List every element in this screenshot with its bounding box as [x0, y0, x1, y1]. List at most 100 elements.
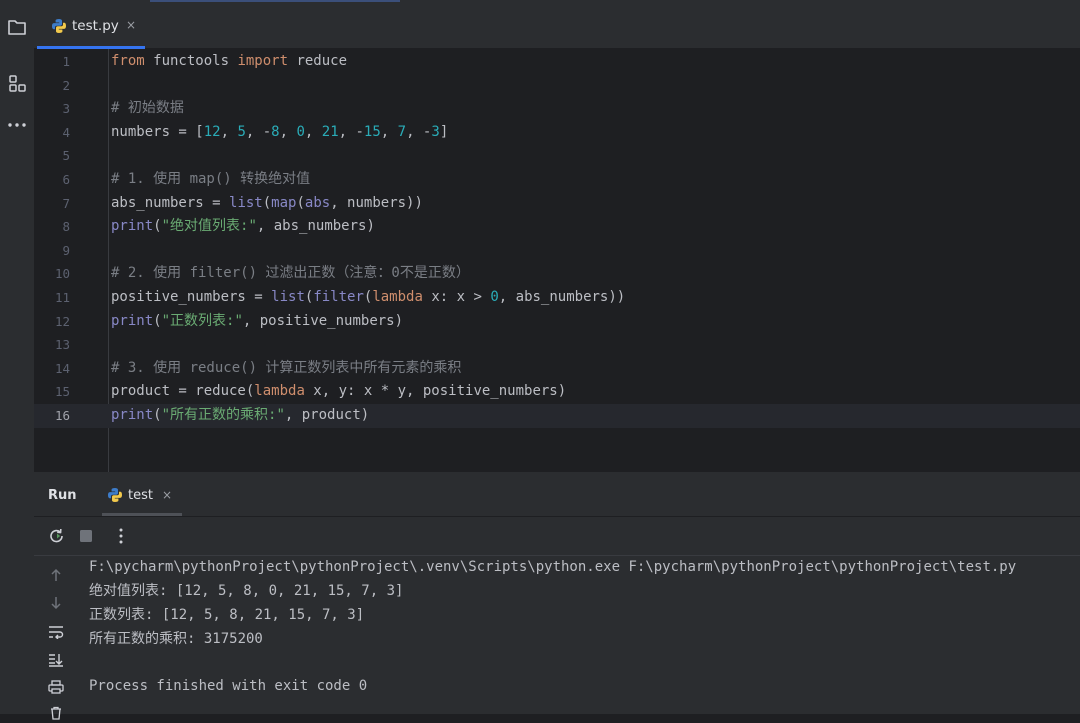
line-number: 9: [62, 242, 70, 258]
code-comment: # 2. 使用 filter() 过滤出正数（注意：0不是正数）: [111, 265, 470, 282]
code-line-11: 11 positive_numbers = list(filter(lambda…: [34, 286, 1080, 310]
code-line-6: 6 # 1. 使用 map() 转换绝对值: [34, 168, 1080, 192]
close-icon[interactable]: ×: [162, 488, 172, 502]
code-token: numbers = [: [111, 123, 204, 140]
code-comment: # 3. 使用 reduce() 计算正数列表中所有元素的乘积: [111, 359, 462, 376]
close-icon[interactable]: ×: [126, 18, 136, 32]
tab-test-py[interactable]: test.py ×: [37, 3, 145, 49]
number-literal: 7: [397, 123, 407, 140]
code-line-7: 7 abs_numbers = list(map(abs, numbers)): [34, 192, 1080, 216]
code-line-16-current: 16 print("所有正数的乘积:", product): [34, 404, 1080, 428]
number-literal: 21: [321, 123, 339, 140]
code-token: , -: [406, 123, 432, 140]
down-arrow-icon[interactable]: [45, 593, 67, 613]
line-number: 13: [54, 337, 70, 353]
number-literal: 15: [363, 123, 381, 140]
code-line-15: 15 product = reduce(lambda x, y: x * y, …: [34, 380, 1080, 404]
up-arrow-icon[interactable]: [45, 565, 67, 585]
console-line: 正数列表: [12, 5, 8, 21, 15, 7, 3]: [89, 607, 365, 623]
code-line-12: 12 print("正数列表:", positive_numbers): [34, 310, 1080, 334]
code-line-10: 10 # 2. 使用 filter() 过滤出正数（注意：0不是正数）: [34, 262, 1080, 286]
console-line: F:\pycharm\pythonProject\pythonProject\.…: [89, 559, 1017, 575]
code-token: , -: [245, 123, 272, 140]
structure-icon[interactable]: [3, 70, 31, 96]
line-number: 16: [54, 408, 70, 423]
more-tools-icon[interactable]: [3, 112, 31, 138]
builtin-name: print: [111, 407, 154, 423]
string-literal: "正数列表:": [161, 312, 243, 329]
code-comment: # 初始数据: [111, 100, 184, 117]
number-literal: 5: [237, 123, 246, 140]
keyword: from: [111, 53, 145, 69]
rerun-icon[interactable]: [46, 525, 68, 547]
number-literal: 3: [431, 123, 440, 140]
code-text: print("所有正数的乘积:", product): [111, 404, 369, 428]
stop-icon[interactable]: [75, 525, 97, 547]
code-line-3: 3 # 初始数据: [34, 97, 1080, 121]
code-token: (: [262, 194, 272, 211]
code-token: abs_numbers =: [111, 194, 230, 211]
more-icon[interactable]: [110, 525, 132, 547]
code-comment: # 1. 使用 map() 转换绝对值: [111, 171, 311, 187]
console-output[interactable]: F:\pycharm\pythonProject\pythonProject\.…: [34, 556, 1080, 720]
module-name: functools: [144, 53, 238, 69]
code-editor[interactable]: 1 from functools import reduce 2 3 # 初始数…: [34, 49, 1080, 472]
builtin-name: list: [271, 289, 305, 305]
code-token: , abs_numbers): [256, 218, 375, 235]
code-line-8: 8 print("绝对值列表:", abs_numbers): [34, 215, 1080, 239]
code-text: print("绝对值列表:", abs_numbers): [111, 215, 375, 239]
builtin-name: abs: [304, 194, 331, 211]
code-text: positive_numbers = list(filter(lambda x:…: [111, 286, 625, 310]
builtin-name: map: [271, 194, 297, 211]
editor-tab-bar: test.py ×: [34, 3, 1080, 49]
code-line-14: 14 # 3. 使用 reduce() 计算正数列表中所有元素的乘积: [34, 357, 1080, 381]
line-number: 1: [62, 54, 70, 69]
code-token: (: [296, 194, 305, 211]
code-token: , -: [338, 123, 364, 140]
print-icon[interactable]: [45, 677, 67, 697]
number-literal: 0: [490, 289, 499, 305]
code-token: x: x >: [422, 289, 491, 305]
active-tab-indicator: [102, 513, 182, 516]
project-folder-icon[interactable]: [3, 14, 31, 40]
code-token: , abs_numbers)): [498, 289, 626, 305]
code-token: , product): [284, 407, 370, 423]
code-line-5: 5: [34, 144, 1080, 168]
code-token: ,: [220, 123, 238, 140]
line-number: 10: [54, 266, 70, 282]
code-line-13: 13: [34, 333, 1080, 357]
builtin-name: print: [111, 218, 154, 235]
delete-icon[interactable]: [45, 703, 67, 723]
code-token: , numbers)): [330, 194, 423, 211]
line-number: 6: [62, 172, 70, 187]
builtin-name: filter: [313, 289, 364, 305]
code-token: positive_numbers =: [111, 289, 272, 305]
console-side-toolbar: [34, 556, 78, 720]
string-literal: "所有正数的乘积:": [161, 407, 285, 423]
line-number: 3: [62, 101, 70, 117]
code-token: ,: [380, 123, 398, 140]
soft-wrap-icon[interactable]: [45, 622, 67, 642]
code-text: product = reduce(lambda x, y: x * y, pos…: [111, 380, 566, 404]
code-token: ]: [439, 123, 449, 140]
code-text: from functools import reduce: [111, 50, 347, 74]
code-token: ,: [279, 123, 297, 140]
python-file-icon: [51, 18, 67, 38]
builtin-name: print: [111, 312, 154, 329]
run-panel-title: Run: [48, 488, 77, 503]
line-number: 8: [62, 219, 70, 235]
number-literal: 8: [271, 123, 280, 140]
code-token: (: [153, 312, 162, 329]
code-token: (: [153, 407, 162, 423]
code-line-1: 1 from functools import reduce: [34, 50, 1080, 74]
run-tab-test[interactable]: test ×: [102, 472, 182, 516]
code-line-4: 4 numbers = [12, 5, -8, 0, 21, -15, 7, -…: [34, 121, 1080, 145]
code-token: (: [153, 218, 162, 235]
console-line: 所有正数的乘积: 3175200: [89, 631, 263, 647]
code-token: x, y: x * y, positive_numbers): [304, 383, 567, 400]
left-toolbar: [0, 0, 35, 714]
scroll-to-end-icon[interactable]: [45, 650, 67, 670]
run-panel-header: Run test ×: [34, 472, 1080, 517]
import-name: reduce: [288, 53, 348, 69]
python-file-icon: [107, 487, 123, 507]
